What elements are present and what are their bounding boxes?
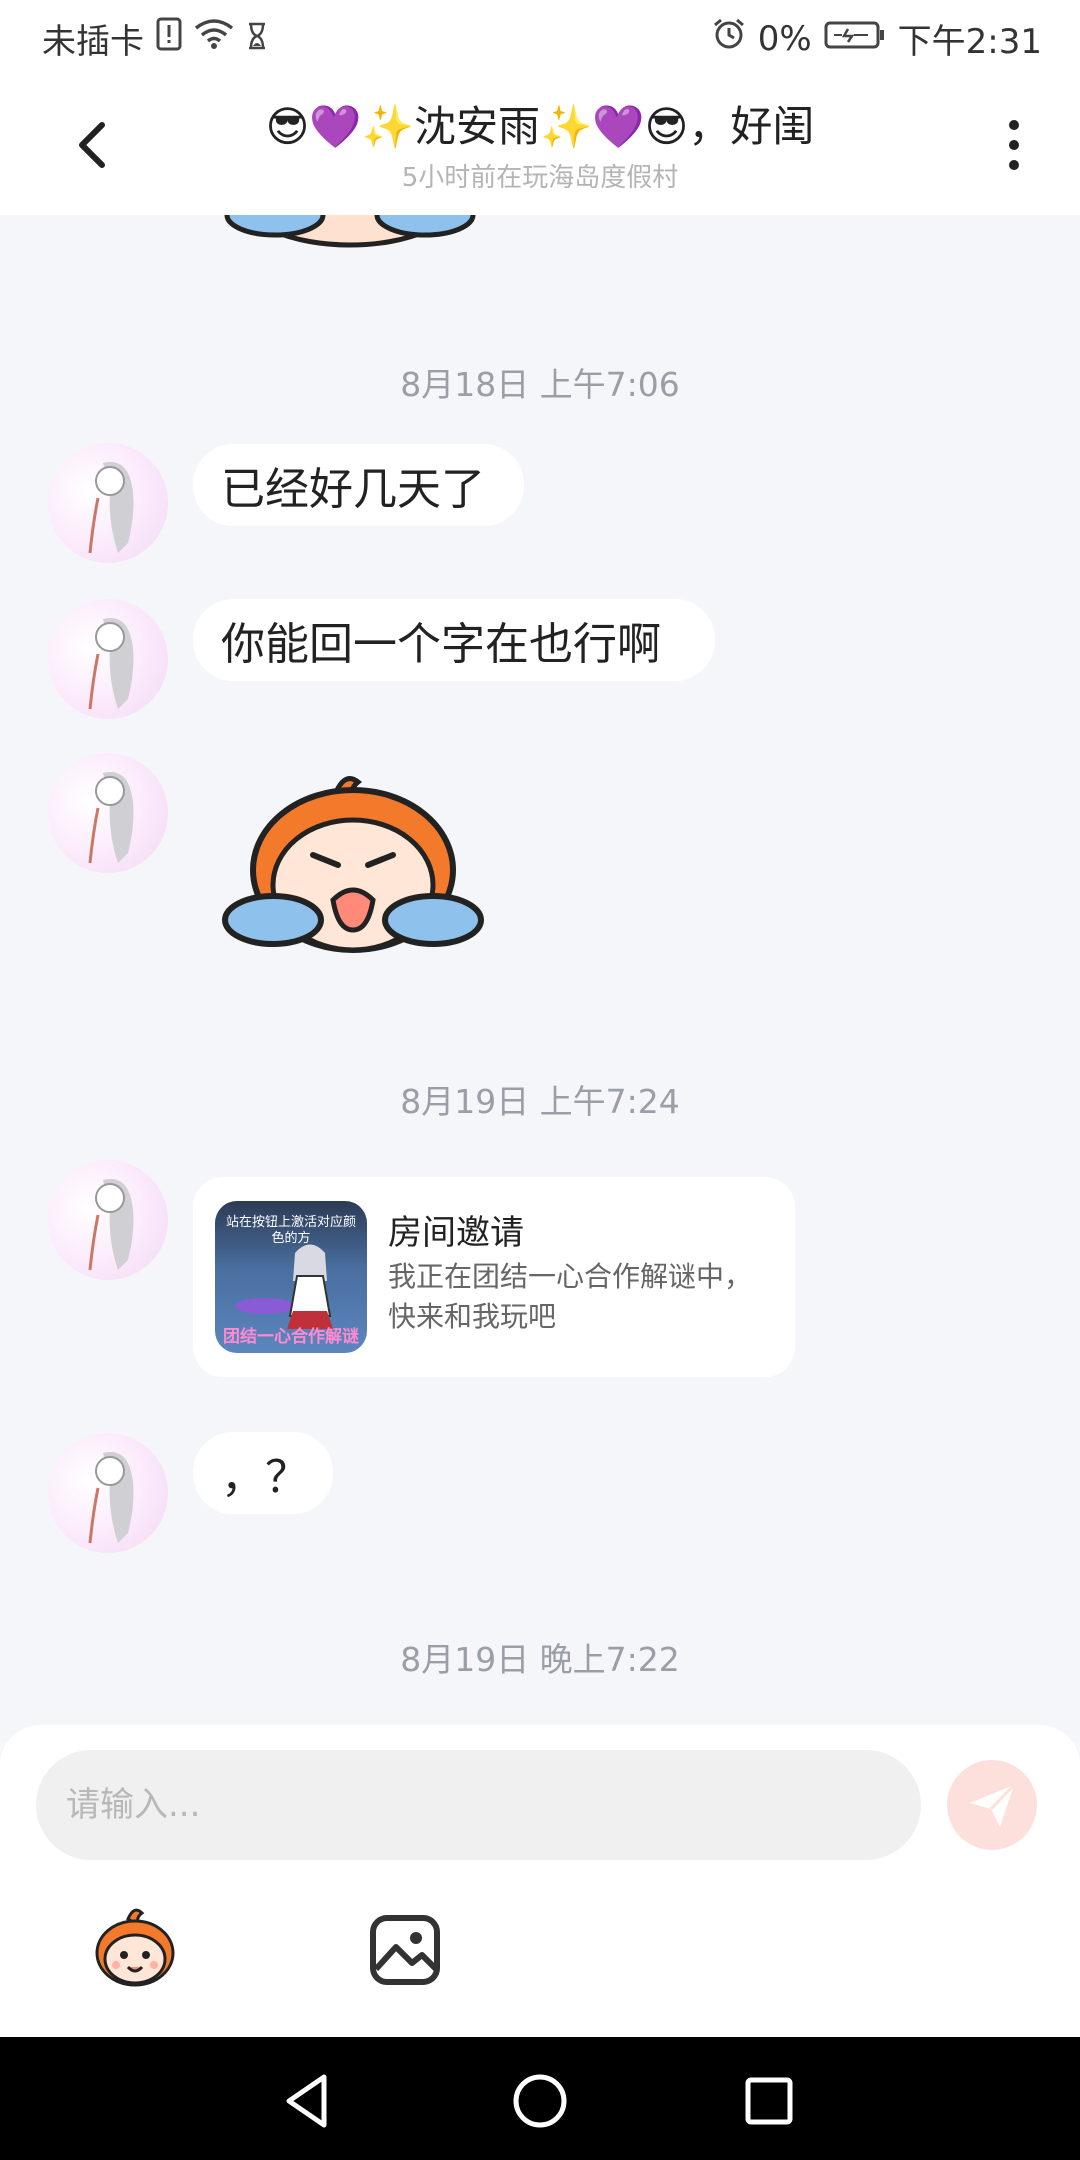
avatar[interactable] — [48, 753, 168, 873]
nav-recents-button[interactable] — [729, 2061, 809, 2141]
nav-home-button[interactable] — [500, 2061, 580, 2141]
message-text: 已经好几天了 — [221, 464, 485, 515]
invite-thumbnail: 站在按钮上激活对应颜色的方 团结一心合作解谜 — [215, 1201, 367, 1353]
chat-header: 😎💜✨沈安雨✨💜😎，好闺 5小时前在玩海岛度假村 — [0, 75, 1080, 215]
battery-charging-icon — [824, 19, 886, 59]
message-text: 你能回一个字在也行啊 — [221, 619, 661, 670]
chat-subtitle: 5小时前在玩海岛度假村 — [401, 163, 679, 193]
avatar[interactable] — [48, 443, 168, 563]
hourglass-icon — [246, 19, 268, 59]
image-icon — [370, 1915, 440, 1985]
alarm-icon — [712, 17, 746, 60]
chat-title: 😎💜✨沈安雨✨💜😎，好闺 — [265, 102, 815, 151]
send-button[interactable] — [947, 1760, 1037, 1850]
invite-title: 房间邀请 — [388, 1213, 524, 1253]
triangle-back-icon — [286, 2074, 327, 2128]
back-arrow-icon — [79, 122, 105, 168]
nav-back-button[interactable] — [269, 2061, 349, 2141]
avatar[interactable] — [48, 1160, 168, 1280]
invite-description: 我正在团结一心合作解谜中，快来和我玩吧 — [388, 1260, 753, 1333]
battery-percent: 0% — [757, 18, 812, 59]
thumb-caption-bottom: 团结一心合作解谜 — [223, 1327, 359, 1347]
avatar-anime-girl-icon — [88, 1452, 134, 1544]
status-bar: 未插卡 0% 下午2:31 — [0, 0, 1080, 75]
room-invite-card[interactable]: 站在按钮上激活对应颜色的方 团结一心合作解谜 房间邀请 我正在团结一心合作解谜中… — [193, 1177, 795, 1377]
more-vertical-icon — [1009, 120, 1019, 170]
sticker-partial — [215, 215, 485, 255]
timestamp: 8月19日 晚上7:22 — [400, 1640, 680, 1679]
sim-alert-icon — [156, 17, 182, 60]
system-nav-bar — [0, 2037, 1080, 2160]
sticker-button[interactable] — [90, 1905, 180, 1995]
message-composer — [0, 1725, 1080, 2037]
circle-home-icon — [513, 2074, 567, 2128]
avatar-anime-girl-icon — [88, 462, 134, 554]
avatar-anime-girl-icon — [88, 1179, 134, 1271]
square-recents-icon — [745, 2077, 793, 2125]
image-button[interactable] — [360, 1905, 450, 1995]
message-bubble[interactable]: 你能回一个字在也行啊 — [193, 599, 715, 681]
avatar-anime-girl-icon — [88, 618, 134, 710]
back-button[interactable] — [60, 105, 130, 185]
message-bubble[interactable]: ，？ — [193, 1432, 333, 1514]
message-input[interactable] — [36, 1750, 921, 1860]
carrier-label: 未插卡 — [42, 22, 144, 62]
avatar[interactable] — [48, 1433, 168, 1553]
clock-time: 下午2:31 — [897, 22, 1042, 62]
more-options-button[interactable] — [984, 105, 1044, 185]
message-list[interactable]: 8月18日 上午7:06 已经好几天了 你能回一个字在也行啊 8月19日 上午7… — [0, 215, 1080, 1725]
mascot-emoji-icon — [95, 1908, 175, 1987]
timestamp: 8月18日 上午7:06 — [400, 365, 680, 404]
message-bubble[interactable]: 已经好几天了 — [193, 444, 524, 526]
wifi-icon — [194, 18, 234, 59]
send-icon — [970, 1783, 1016, 1827]
timestamp: 8月19日 上午7:24 — [400, 1082, 680, 1121]
avatar[interactable] — [48, 599, 168, 719]
message-text: ，？ — [221, 1452, 309, 1503]
crying-sticker[interactable] — [218, 770, 488, 970]
avatar-anime-girl-icon — [88, 772, 134, 864]
